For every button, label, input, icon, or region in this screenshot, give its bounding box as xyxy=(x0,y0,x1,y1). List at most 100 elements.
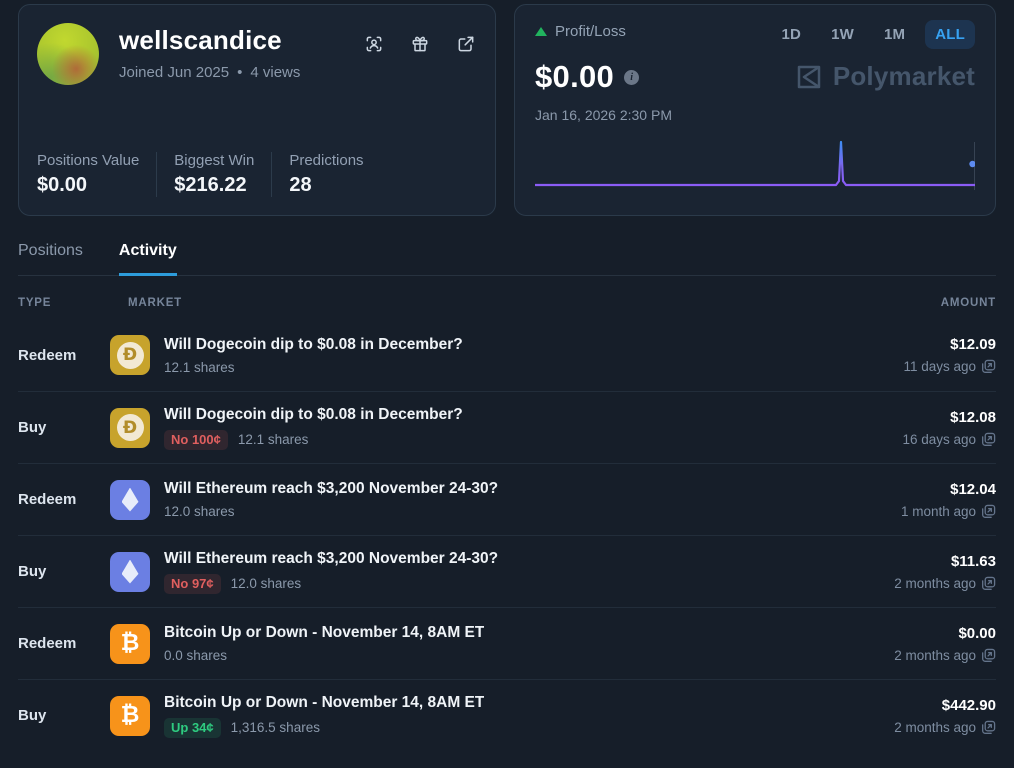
dogecoin-market-icon: Ð xyxy=(110,408,150,448)
profile-stats: Positions Value $0.00 Biggest Win $216.2… xyxy=(37,152,477,197)
outcome-badge: No 97¢ xyxy=(164,574,221,594)
top-cards: wellscandice Joined Jun 2025 • 4 views xyxy=(18,4,996,216)
profile-card: wellscandice Joined Jun 2025 • 4 views xyxy=(18,4,496,216)
polymarket-logo-icon xyxy=(794,62,824,92)
external-link-icon[interactable] xyxy=(455,33,477,55)
range-selector: 1D 1W 1M ALL xyxy=(772,20,976,49)
activity-list: Redeem Ð Will Dogecoin dip to $0.08 in D… xyxy=(18,319,996,751)
market-title[interactable]: Will Dogecoin dip to $0.08 in December? xyxy=(164,336,463,354)
shares-text: 1,316.5 shares xyxy=(231,720,320,735)
username: wellscandice xyxy=(119,25,363,56)
pnl-label-row: Profit/Loss xyxy=(535,23,626,40)
joined-row: Joined Jun 2025 • 4 views xyxy=(119,64,363,81)
gift-icon[interactable] xyxy=(409,33,431,55)
market-cell: Will Ethereum reach $3,200 November 24-3… xyxy=(110,550,894,594)
market-title[interactable]: Will Dogecoin dip to $0.08 in December? xyxy=(164,406,463,424)
pnl-value: $0.00 xyxy=(535,59,614,95)
profile-info: wellscandice Joined Jun 2025 • 4 views xyxy=(119,23,363,81)
market-title[interactable]: Will Ethereum reach $3,200 November 24-3… xyxy=(164,480,498,498)
tab-bar: Positions Activity xyxy=(18,242,996,276)
transaction-link-icon[interactable] xyxy=(981,720,996,735)
transaction-link-icon[interactable] xyxy=(981,432,996,447)
activity-type: Buy xyxy=(18,563,110,580)
pnl-line xyxy=(535,142,975,185)
range-1w[interactable]: 1W xyxy=(821,20,864,49)
amount-value: $442.90 xyxy=(894,697,996,714)
activity-row[interactable]: Redeem Will Ethereum reach $3,200 Novemb… xyxy=(18,463,996,535)
hover-dot xyxy=(969,161,975,167)
views-text: 4 views xyxy=(250,64,300,81)
table-header: TYPE MARKET AMOUNT xyxy=(18,276,996,319)
time-ago: 1 month ago xyxy=(901,504,976,519)
pnl-timestamp: Jan 16, 2026 2:30 PM xyxy=(535,107,975,123)
stat-divider xyxy=(271,152,272,197)
dogecoin-market-icon: Ð xyxy=(110,335,150,375)
activity-row[interactable]: Redeem ₿ Bitcoin Up or Down - November 1… xyxy=(18,607,996,679)
transaction-link-icon[interactable] xyxy=(981,648,996,663)
time-ago: 11 days ago xyxy=(903,359,976,374)
transaction-link-icon[interactable] xyxy=(981,504,996,519)
stat-biggest-win: Biggest Win $216.22 xyxy=(174,152,254,197)
amount-value: $12.04 xyxy=(901,481,996,498)
watermark-text: Polymarket xyxy=(833,61,975,92)
pnl-label: Profit/Loss xyxy=(555,23,626,40)
activity-row[interactable]: Buy Will Ethereum reach $3,200 November … xyxy=(18,535,996,607)
time-ago: 16 days ago xyxy=(902,432,976,447)
market-cell: ₿ Bitcoin Up or Down - November 14, 8AM … xyxy=(110,624,894,664)
market-title[interactable]: Will Ethereum reach $3,200 November 24-3… xyxy=(164,550,498,568)
market-cell: ₿ Bitcoin Up or Down - November 14, 8AM … xyxy=(110,694,894,738)
market-title[interactable]: Bitcoin Up or Down - November 14, 8AM ET xyxy=(164,624,484,642)
ethereum-market-icon xyxy=(110,552,150,592)
pnl-card: Profit/Loss 1D 1W 1M ALL $0.00 i Jan 16,… xyxy=(514,4,996,216)
outcome-badge: No 100¢ xyxy=(164,430,228,450)
shares-text: 12.1 shares xyxy=(238,432,309,447)
shares-text: 12.1 shares xyxy=(164,360,235,375)
amount-value: $11.63 xyxy=(894,553,996,570)
amount-value: $12.09 xyxy=(903,336,996,353)
activity-row[interactable]: Redeem Ð Will Dogecoin dip to $0.08 in D… xyxy=(18,319,996,391)
profile-actions xyxy=(363,23,477,55)
time-ago: 2 months ago xyxy=(894,720,976,735)
range-all[interactable]: ALL xyxy=(925,20,975,49)
bitcoin-market-icon: ₿ xyxy=(110,624,150,664)
transaction-link-icon[interactable] xyxy=(981,576,996,591)
joined-text: Joined Jun 2025 xyxy=(119,64,229,81)
bitcoin-market-icon: ₿ xyxy=(110,696,150,736)
polymarket-watermark: Polymarket xyxy=(794,61,975,92)
activity-type: Redeem xyxy=(18,491,110,508)
time-ago: 2 months ago xyxy=(894,576,976,591)
pnl-sparkline-chart[interactable] xyxy=(535,137,975,193)
market-title[interactable]: Bitcoin Up or Down - November 14, 8AM ET xyxy=(164,694,484,712)
activity-type: Buy xyxy=(18,419,110,436)
outcome-badge: Up 34¢ xyxy=(164,718,221,738)
amount-value: $12.08 xyxy=(902,409,996,426)
info-icon[interactable]: i xyxy=(624,70,639,85)
stat-divider xyxy=(156,152,157,197)
face-scan-icon[interactable] xyxy=(363,33,385,55)
header-market: MARKET xyxy=(110,297,941,309)
up-triangle-icon xyxy=(535,27,547,36)
activity-type: Buy xyxy=(18,707,110,724)
stat-predictions: Predictions 28 xyxy=(289,152,363,197)
transaction-link-icon[interactable] xyxy=(981,359,996,374)
avatar xyxy=(37,23,99,85)
activity-row[interactable]: Buy ₿ Bitcoin Up or Down - November 14, … xyxy=(18,679,996,751)
range-1m[interactable]: 1M xyxy=(874,20,915,49)
profile-header: wellscandice Joined Jun 2025 • 4 views xyxy=(37,23,477,85)
activity-type: Redeem xyxy=(18,347,110,364)
market-cell: Ð Will Dogecoin dip to $0.08 in December… xyxy=(110,406,902,450)
tab-activity[interactable]: Activity xyxy=(119,242,177,276)
shares-text: 12.0 shares xyxy=(231,576,302,591)
activity-row[interactable]: Buy Ð Will Dogecoin dip to $0.08 in Dece… xyxy=(18,391,996,463)
header-type: TYPE xyxy=(18,297,110,309)
ethereum-market-icon xyxy=(110,480,150,520)
stat-positions-value: Positions Value $0.00 xyxy=(37,152,139,197)
range-1d[interactable]: 1D xyxy=(772,20,812,49)
tab-positions[interactable]: Positions xyxy=(18,242,83,276)
separator-dot: • xyxy=(237,64,242,81)
shares-text: 0.0 shares xyxy=(164,648,227,663)
time-ago: 2 months ago xyxy=(894,648,976,663)
header-amount: AMOUNT xyxy=(941,297,996,309)
market-cell: Ð Will Dogecoin dip to $0.08 in December… xyxy=(110,335,903,375)
amount-value: $0.00 xyxy=(894,625,996,642)
